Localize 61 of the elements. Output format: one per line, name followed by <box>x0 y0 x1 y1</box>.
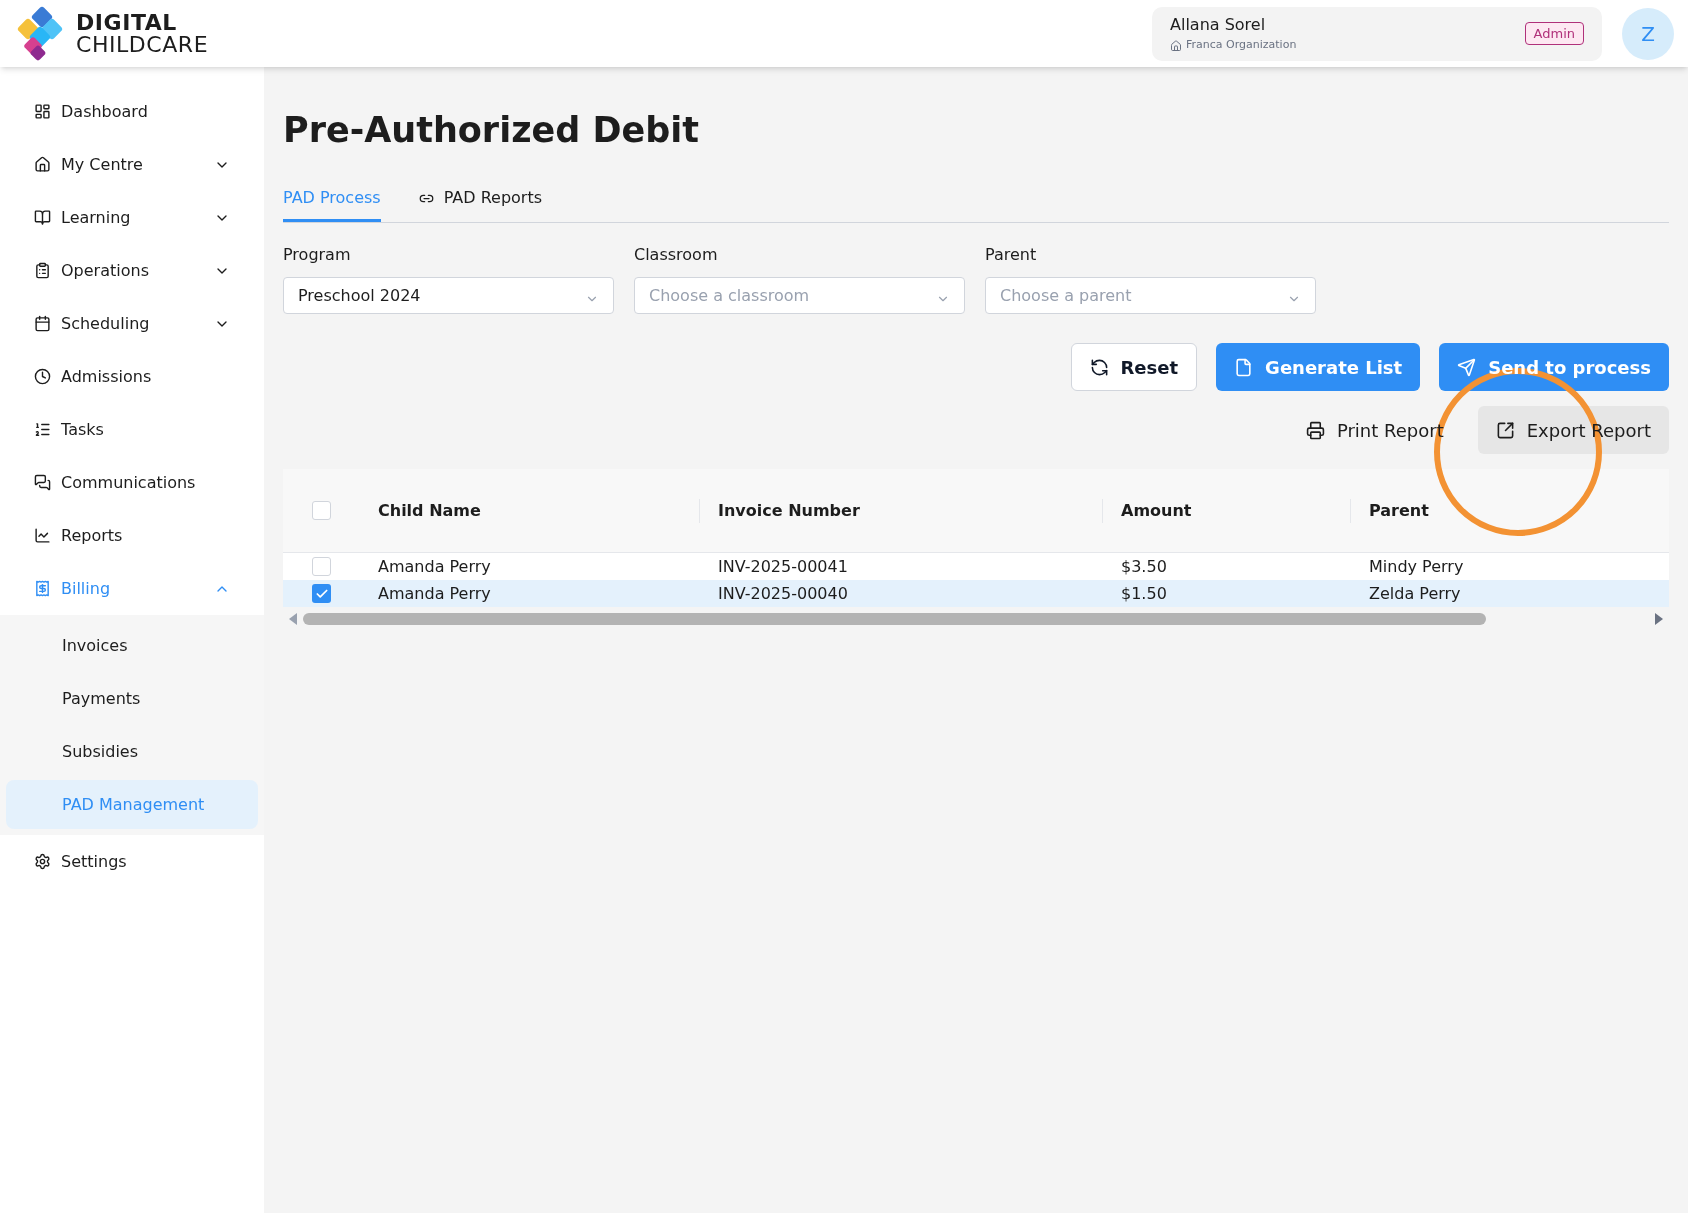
sidebar-item[interactable]: Admissions <box>0 350 264 403</box>
field-label: Program <box>283 244 352 266</box>
table-cell: Zelda Perry <box>1369 583 1461 603</box>
home-icon <box>34 156 51 173</box>
role-badge: Admin <box>1524 21 1584 46</box>
calendar-icon <box>34 315 51 332</box>
table-cell: Amanda Perry <box>378 583 491 603</box>
table-cell: $1.50 <box>1121 583 1167 603</box>
list-icon <box>34 421 51 438</box>
submenu-item[interactable]: Invoices <box>6 621 258 670</box>
organization-name: Franca Organization <box>1186 37 1297 54</box>
table-cell: Mindy Perry <box>1369 556 1464 576</box>
checkbox[interactable] <box>312 557 331 576</box>
sidebar-item[interactable]: Operations <box>0 244 264 297</box>
sidebar-item[interactable]: Communications <box>0 456 264 509</box>
column-header: Parent <box>1369 499 1429 522</box>
table-row[interactable]: Amanda Perry INV-2025-00040 $1.50 Zelda Perry <box>283 580 1669 607</box>
home-icon <box>1170 39 1182 52</box>
sidebar-item[interactable]: Scheduling <box>0 297 264 350</box>
chart-icon <box>34 527 51 544</box>
sidebar-item[interactable]: Reports <box>0 509 264 562</box>
sidebar-item[interactable]: Learning <box>0 191 264 244</box>
submenu-item[interactable]: Subsidies <box>6 727 258 776</box>
gauge-icon <box>34 103 51 120</box>
action-button[interactable]: Reset <box>1070 343 1198 391</box>
printer-icon <box>1305 420 1325 440</box>
table-cell: INV-2025-00040 <box>718 583 848 603</box>
scrollbar-thumb[interactable] <box>303 613 1486 625</box>
column-header: Amount <box>1121 499 1192 522</box>
table-cell: Amanda Perry <box>378 556 491 576</box>
tab[interactable]: PAD Reports <box>418 177 543 222</box>
refresh-icon <box>1089 357 1109 377</box>
user-name: Allana Sorel <box>1170 14 1267 37</box>
column-header: Child Name <box>378 499 481 522</box>
sidebar-item[interactable]: My Centre <box>0 138 264 191</box>
file-icon <box>1234 357 1254 377</box>
receipt-icon <box>34 580 51 597</box>
page-title: Pre-Authorized Debit <box>283 109 701 152</box>
submenu-item[interactable]: Payments <box>6 674 258 723</box>
chat-icon <box>34 474 51 491</box>
table-cell: $3.50 <box>1121 556 1167 576</box>
checkbox[interactable] <box>312 501 331 520</box>
user-card[interactable]: Allana Sorel Franca Organization Admin <box>1152 6 1602 61</box>
table-cell: INV-2025-00041 <box>718 556 848 576</box>
export-icon <box>1495 420 1515 440</box>
column-header: Invoice Number <box>718 499 860 522</box>
book-icon <box>34 209 51 226</box>
clock-icon <box>34 368 51 385</box>
send-icon <box>1457 357 1477 377</box>
select-field[interactable]: Preschool 2024 <box>283 277 614 314</box>
field-label: Classroom <box>634 244 719 266</box>
scroll-right-icon <box>1655 613 1663 625</box>
logo-text: CHILDCARE <box>76 33 209 56</box>
settings-icon <box>34 853 51 870</box>
sidebar-item[interactable]: Settings <box>0 835 264 888</box>
field-label: Parent <box>985 244 1038 266</box>
checkbox[interactable] <box>312 584 331 603</box>
sidebar-item[interactable]: Tasks <box>0 403 264 456</box>
sidebar-item[interactable]: Dashboard <box>0 85 264 138</box>
list-icon <box>34 262 51 279</box>
logo-text: DIGITAL <box>76 11 178 34</box>
